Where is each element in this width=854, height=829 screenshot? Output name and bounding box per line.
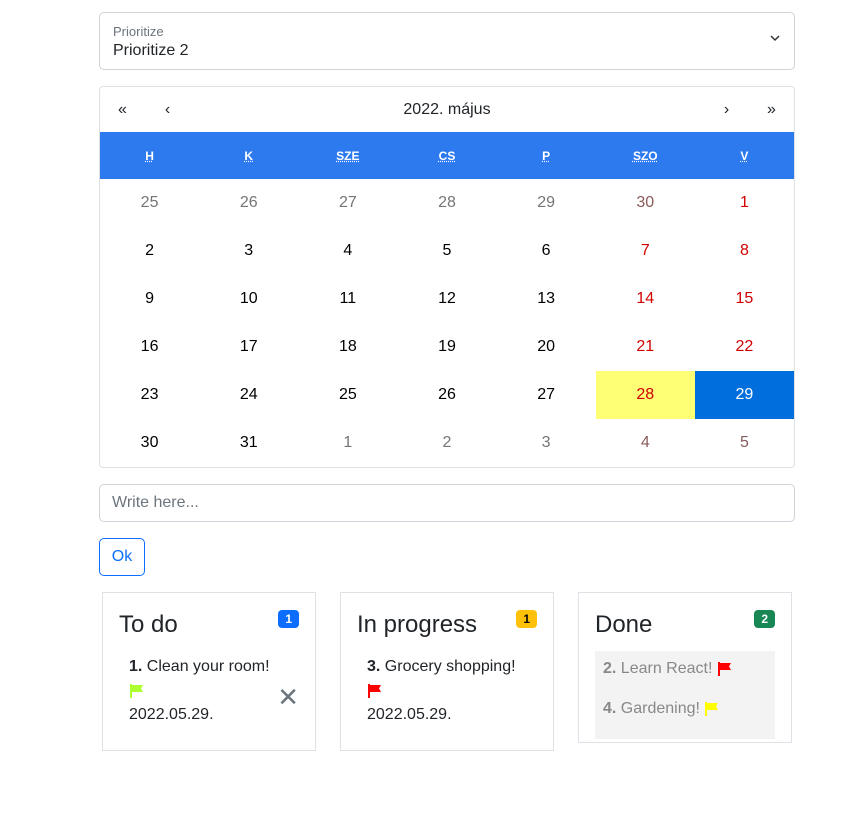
- calendar-day[interactable]: 14: [596, 275, 695, 323]
- calendar-day[interactable]: 17: [199, 323, 298, 371]
- calendar-day[interactable]: 2: [397, 419, 496, 467]
- calendar-day[interactable]: 4: [596, 419, 695, 467]
- task-number: 1.: [129, 658, 143, 675]
- ok-button[interactable]: Ok: [99, 538, 145, 576]
- calendar: « ‹ 2022. május › » H K SZE CS P SZO V 25 26 27 2…: [99, 86, 795, 468]
- priority-label: Prioritize: [113, 24, 164, 39]
- calendar-day[interactable]: 19: [397, 323, 496, 371]
- calendar-day[interactable]: 16: [100, 323, 199, 371]
- calendar-day[interactable]: 1: [695, 179, 794, 227]
- priority-value: Prioritize 2: [113, 42, 189, 59]
- next-month-button[interactable]: ›: [704, 101, 749, 119]
- calendar-day[interactable]: 1: [298, 419, 397, 467]
- calendar-day[interactable]: 12: [397, 275, 496, 323]
- calendar-day[interactable]: 30: [100, 419, 199, 467]
- weekday-label: K: [244, 148, 254, 163]
- calendar-day[interactable]: 30: [596, 179, 695, 227]
- calendar-day[interactable]: 13: [497, 275, 596, 323]
- weekday-label: SZO: [632, 148, 658, 163]
- calendar-day[interactable]: 21: [596, 323, 695, 371]
- weekday-label: SZE: [336, 148, 360, 163]
- calendar-day[interactable]: 10: [199, 275, 298, 323]
- task-item[interactable]: 1. Clean your room! 2022.05.29. ✕: [119, 655, 299, 727]
- calendar-day[interactable]: 20: [497, 323, 596, 371]
- calendar-day[interactable]: 29: [497, 179, 596, 227]
- task-text: Clean your room!: [146, 658, 270, 675]
- calendar-day[interactable]: 26: [199, 179, 298, 227]
- prev-year-button[interactable]: «: [100, 101, 145, 119]
- weekday-label: V: [740, 148, 749, 163]
- task-number: 3.: [367, 658, 381, 675]
- column-title: In progress: [357, 611, 478, 638]
- task-item[interactable]: 4. Gardening!: [603, 697, 767, 721]
- task-text: Grocery shopping!: [384, 658, 516, 675]
- calendar-day[interactable]: 3: [497, 419, 596, 467]
- chevron-down-icon: [770, 35, 780, 42]
- flag-icon: [368, 683, 381, 698]
- calendar-day[interactable]: 29: [694, 371, 794, 419]
- count-badge: 1: [516, 610, 537, 628]
- calendar-day[interactable]: 28: [397, 179, 496, 227]
- calendar-day[interactable]: 26: [397, 371, 496, 419]
- calendar-day[interactable]: 2: [100, 227, 199, 275]
- task-date: 2022.05.29.: [129, 706, 214, 723]
- calendar-day[interactable]: 18: [298, 323, 397, 371]
- flag-icon: [717, 661, 731, 676]
- calendar-day[interactable]: 22: [695, 323, 794, 371]
- calendar-day[interactable]: 6: [497, 227, 596, 275]
- calendar-day[interactable]: 11: [298, 275, 397, 323]
- weekday-label: P: [542, 148, 551, 163]
- column-in-progress: In progress 1 3. Grocery shopping! 2022.05…: [340, 592, 554, 751]
- calendar-day[interactable]: 27: [298, 179, 397, 227]
- calendar-day[interactable]: 5: [695, 419, 794, 467]
- column-title: To do: [119, 611, 178, 638]
- calendar-day[interactable]: 15: [695, 275, 794, 323]
- calendar-day[interactable]: 27: [497, 371, 596, 419]
- task-number: 4.: [603, 700, 617, 717]
- calendar-days: 25 26 27 28 29 30 1 2 3 4 5 6 7 8 9 10 11 12 13 14 15 16 17 18 1…: [100, 179, 794, 467]
- prev-month-button[interactable]: ‹: [145, 101, 190, 119]
- weekday-label: CS: [438, 148, 456, 163]
- calendar-day[interactable]: 8: [695, 227, 794, 275]
- task-item[interactable]: 2. Learn React!: [603, 657, 767, 681]
- priority-select[interactable]: Prioritize Prioritize 2: [99, 12, 795, 70]
- task-input[interactable]: [99, 484, 795, 522]
- calendar-day[interactable]: 4: [298, 227, 397, 275]
- count-badge: 2: [754, 610, 775, 628]
- flag-icon: [130, 683, 143, 698]
- column-title: Done: [595, 611, 653, 638]
- next-year-button[interactable]: »: [749, 101, 794, 119]
- task-text: Learn React!: [620, 660, 713, 677]
- column-to-do: To do 1 1. Clean your room! 2022.05.29. ✕: [102, 592, 316, 751]
- calendar-day[interactable]: 28: [595, 371, 695, 419]
- calendar-day[interactable]: 3: [199, 227, 298, 275]
- column-done: Done 2 2. Learn React! 4. Gardening!: [578, 592, 792, 743]
- calendar-day[interactable]: 24: [199, 371, 298, 419]
- task-date: 2022.05.29.: [367, 706, 452, 723]
- weekday-header: H K SZE CS P SZO V: [100, 132, 794, 179]
- count-badge: 1: [278, 610, 299, 628]
- calendar-title[interactable]: 2022. május: [190, 101, 704, 119]
- task-number: 2.: [603, 660, 617, 677]
- task-item[interactable]: 3. Grocery shopping! 2022.05.29.: [357, 655, 537, 727]
- calendar-day[interactable]: 23: [100, 371, 199, 419]
- calendar-nav: « ‹ 2022. május › »: [100, 87, 794, 132]
- calendar-day[interactable]: 7: [596, 227, 695, 275]
- flag-icon: [705, 701, 719, 716]
- done-list: 2. Learn React! 4. Gardening!: [595, 651, 775, 739]
- calendar-day[interactable]: 25: [298, 371, 397, 419]
- calendar-day[interactable]: 5: [397, 227, 496, 275]
- close-icon[interactable]: ✕: [277, 684, 299, 710]
- calendar-day[interactable]: 31: [199, 419, 298, 467]
- calendar-day[interactable]: 25: [100, 179, 199, 227]
- weekday-label: H: [145, 148, 154, 163]
- task-text: Gardening!: [620, 700, 700, 717]
- calendar-day[interactable]: 9: [100, 275, 199, 323]
